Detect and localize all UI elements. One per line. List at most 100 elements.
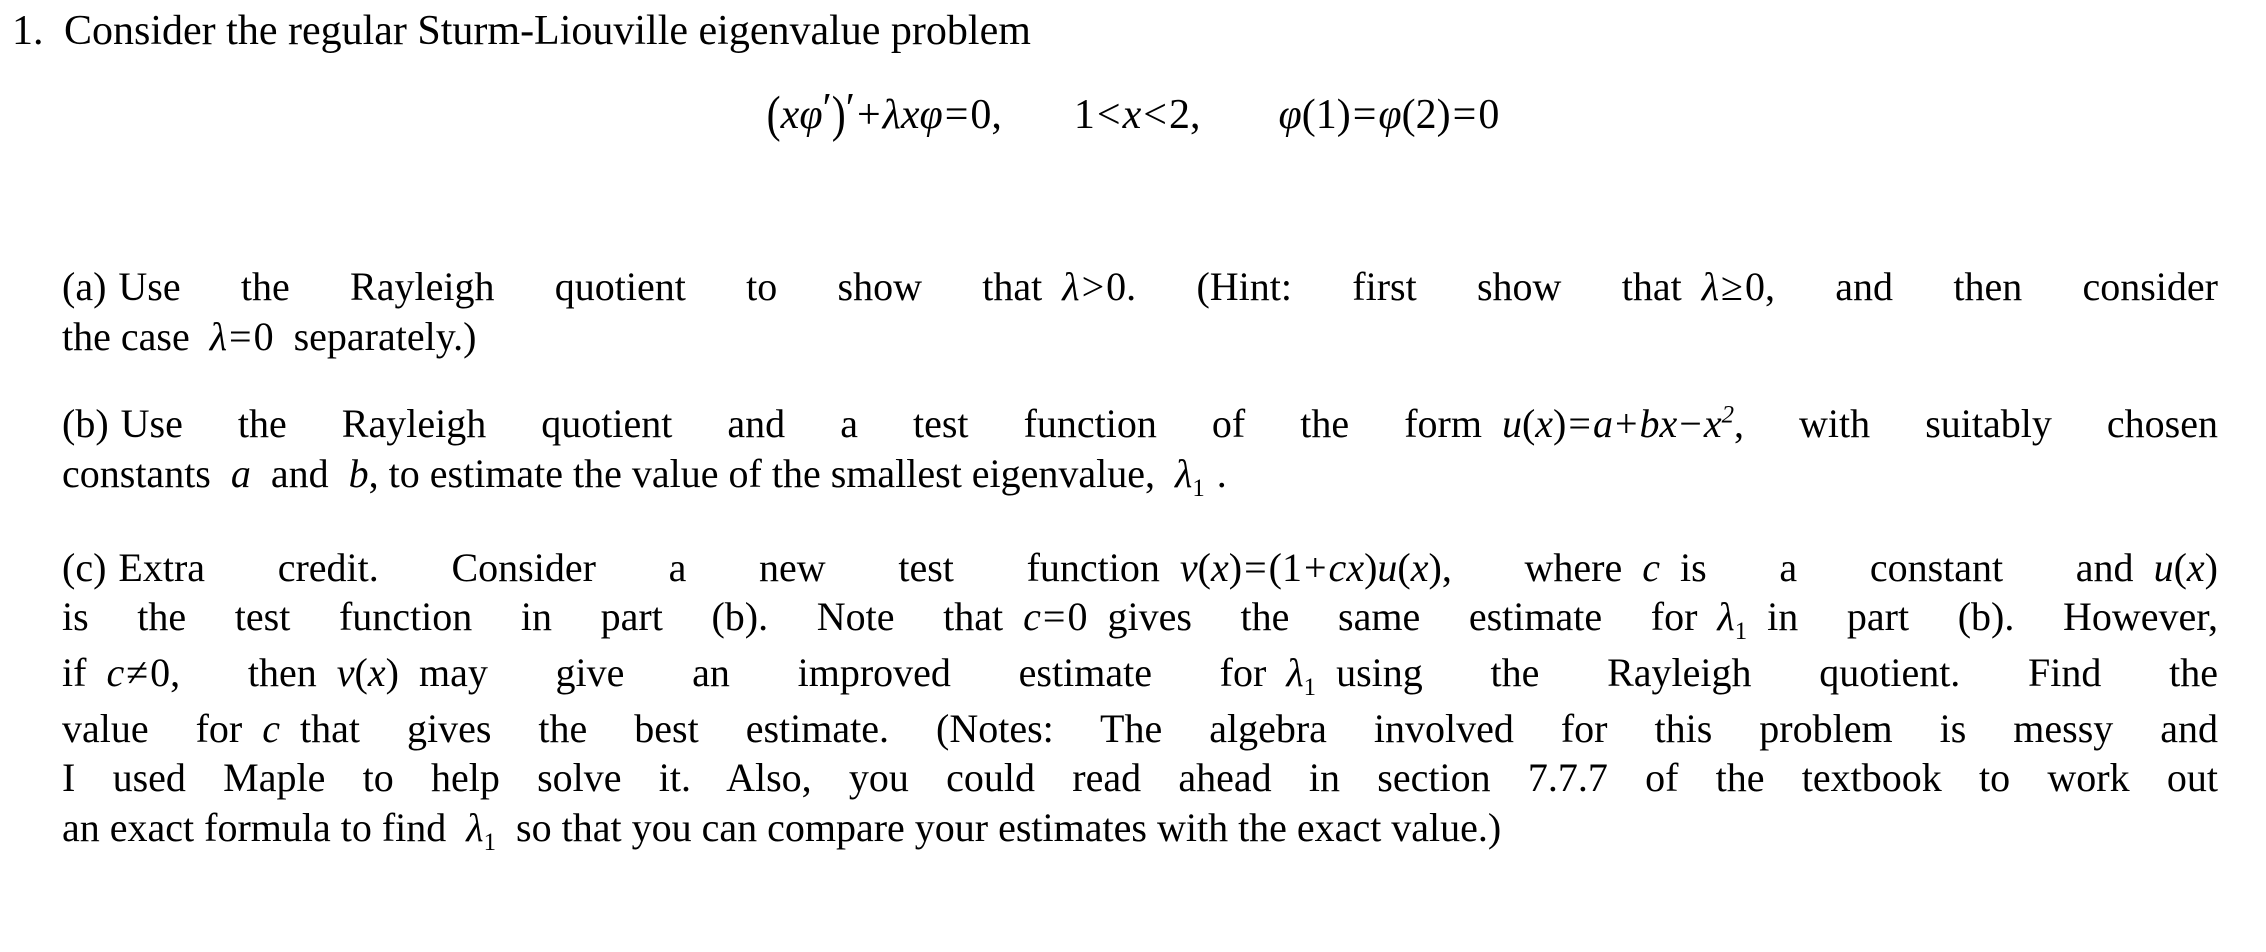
close-paren: ) [831,86,846,144]
c-rparen-3: ) [2204,544,2218,590]
math-one-c: 1 [1281,544,1302,590]
math-equals-2: = [1352,92,1377,139]
part-b-text-4: , to estimate the value of the smallest … [368,450,1156,496]
math-prime-outer: ′ [845,86,855,133]
part-a-line-2: the case λ=0 separately.) [62,312,2218,362]
problem-block: 1. Consider the regular Sturm-Liouville … [0,0,2266,143]
math-lambda-c3: λ [466,804,484,850]
math-equals-3: = [1452,92,1477,139]
part-a-text-2: . (Hint: first show that [1126,264,1682,309]
part-c-line-1: (c) Extra credit. Consider a new test fun… [62,543,2218,593]
math-c-3: c [106,649,125,695]
math-minus-b: − [1679,401,1702,447]
c-lparen-1: ( [1268,544,1282,590]
math-plus: + [856,92,881,139]
math-lambda-a1: λ [1062,264,1080,309]
c-rparen-1: ) [1364,544,1378,590]
part-c-v-of-x: v(x) [337,650,399,695]
part-c-label: (c) [62,544,107,590]
math-gt: > [1081,264,1105,309]
part-b-text-5: . [1216,450,1227,496]
part-c-line-5: I used Maple to help solve it. Also, you… [62,755,2218,801]
part-b: ( b) Use the Rayleigh quotient and a test … [62,399,2218,504]
part-a: (a) Use the Rayleigh quotient to show tha… [62,262,2218,361]
math-equals-c2: = [1042,594,1066,640]
part-c-line-6: an exact formula to find λ1 so that you ca… [62,803,2218,859]
part-a-label: (a) [62,264,107,309]
part-a-text-3: , and then consider [1765,264,2218,309]
problem-parts: (a) Use the Rayleigh quotient to show tha… [62,262,2218,859]
math-b: b [1639,401,1660,447]
part-b-and: and [270,450,329,496]
math-lambda-c2: λ [1286,649,1304,695]
math-x-2: x [900,92,920,139]
math-equals-a3: = [229,313,252,359]
u-lparen: ( [1521,401,1536,447]
v-lparen: ( [1197,544,1211,590]
part-c: (c) Extra credit. Consider a new test fun… [62,543,2218,859]
math-phi-3: φ [1278,92,1302,139]
problem-stem-text: Consider the regular Sturm-Liouville eig… [64,8,1031,54]
math-subscript-one-c3: 1 [483,828,497,856]
part-b-text-1: Use the Rayleigh quotient and a test fun… [120,401,1482,447]
math-prime-inner: ′ [822,86,832,133]
math-const-b: b [348,450,369,496]
part-a-equation: λ=0 [210,314,274,359]
math-lt-2: < [1143,92,1167,139]
math-subscript-one-b: 1 [1192,474,1205,502]
part-c-text-12: that gives the best estimate. (Notes: Th… [300,705,2219,751]
math-plus-b: + [1614,401,1638,447]
math-exponent-two: 2 [1721,401,1734,429]
part-c-text-5: gives the same estimate for [1107,594,1698,640]
open-paren: ( [766,86,781,144]
part-c-text-1: Extra credit. Consider a new test functi… [118,544,1160,590]
part-c-text-3: is a constant and [1680,544,2134,590]
part-c-equation-c-zero: c=0 [1023,594,1087,639]
part-b-lambda-one: λ1 [1175,451,1205,502]
equation-domain: 1<x<2, [1074,92,1201,138]
math-subscript-one-c2: 1 [1303,673,1317,701]
math-u-c2: u [2153,544,2174,590]
u-rparen: ) [1553,401,1567,447]
math-const-c-2: c [262,705,281,751]
math-equals: = [944,92,969,139]
math-zero-2: 0 [1478,92,1500,139]
math-zero-a1: 0 [1106,264,1127,309]
bc-two: 2 [1415,92,1437,139]
document-page: 1. Consider the regular Sturm-Liouville … [0,0,2266,952]
part-c-text-6: in part (b). However, [1767,594,2218,640]
part-b-line-1: ( b) Use the Rayleigh quotient and a test … [62,399,2218,449]
math-equals-b1: = [1568,401,1591,447]
equation-boundary-conditions: φ(1)=φ(2)=0 [1278,92,1499,138]
part-c-text-9: may give an improved estimate for [418,649,1267,695]
part-a-inequality-2: λ≥0 [1702,264,1765,309]
part-a-text-1: Use the Rayleigh quotient to show that [118,264,1043,309]
math-one: 1 [1073,92,1095,139]
part-c-lambda-one-1: λ1 [1717,594,1747,645]
part-b-line-2: constants a and b, to estimate the value of… [62,449,2218,505]
part-b-text-2: , with suitably chosen [1734,401,2218,447]
part-b-test-function: u(x)=a+bx−x2 [1502,401,1734,446]
part-c-text-2: , where [1441,544,1623,590]
math-zero-c2: 0 [1067,594,1088,640]
part-c-text-11: value for [62,705,243,751]
bc-lparen-1: ( [1301,92,1316,139]
math-x-b: x [1659,401,1678,447]
math-lambda-c1: λ [1717,594,1735,640]
part-a-inequality-1: λ>0 [1062,264,1126,309]
problem-number: 1. [12,8,44,54]
math-comma: , [991,92,1002,139]
part-c-lambda-one-2: λ1 [1286,649,1316,701]
part-c-text-4: is the test function in part (b). Note t… [62,594,1004,640]
c-lparen-3: ( [2173,544,2187,590]
bc-rparen-1: ) [1336,92,1351,139]
math-geq: ≥ [1721,264,1743,309]
part-c-text-13: an exact formula to find [62,804,447,850]
bc-one: 1 [1315,92,1337,139]
math-x-c3: x [2186,544,2205,590]
bc-lparen-2: ( [1401,92,1416,139]
problem-stem-row: 1. Consider the regular Sturm-Liouville … [0,0,2266,55]
math-a: a [1592,401,1613,447]
math-const-c-1: c [1642,544,1660,590]
part-a-text-4: the case [62,313,190,359]
